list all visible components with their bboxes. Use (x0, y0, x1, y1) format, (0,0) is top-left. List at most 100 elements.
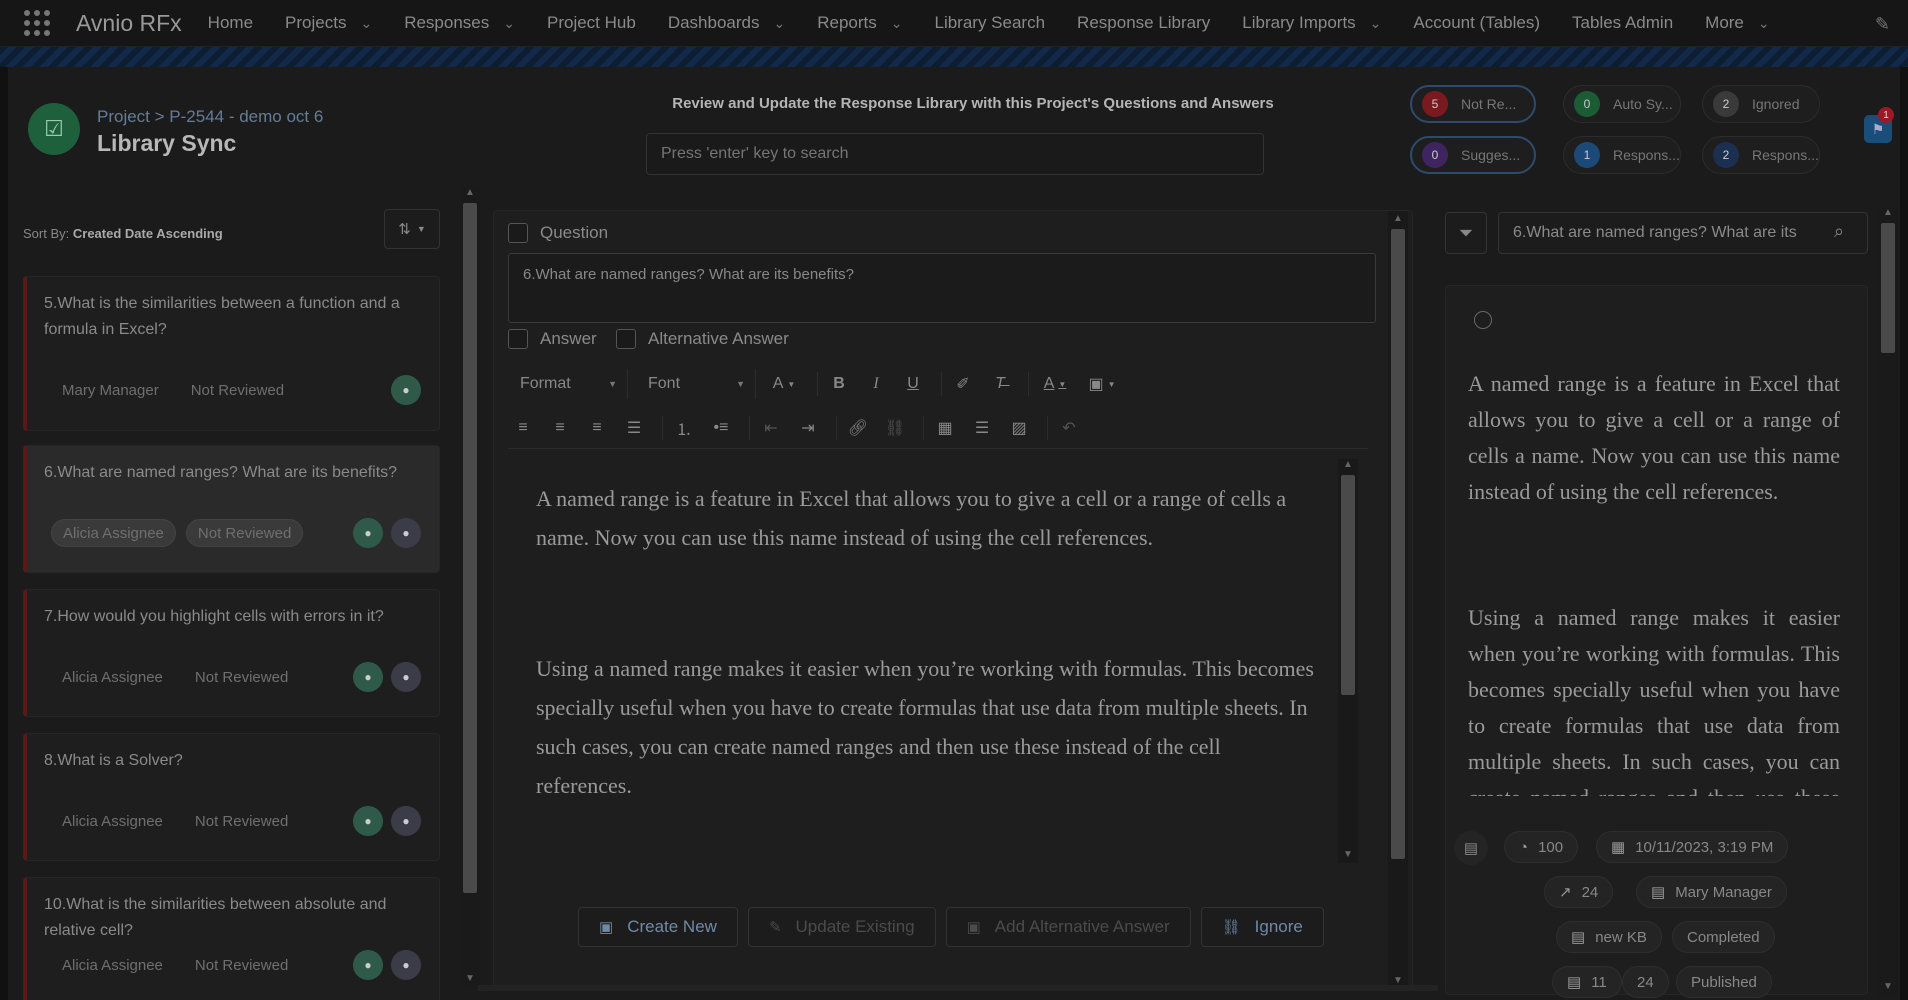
align-right-icon[interactable]: ≡ (582, 413, 612, 443)
answer-content[interactable]: A named range is a feature in Excel that… (536, 479, 1316, 853)
question-textarea[interactable]: 6.What are named ranges? What are its be… (508, 253, 1376, 323)
nav-item-projects[interactable]: Projects ⌄ (285, 13, 372, 33)
library-search-input[interactable]: 6.What are named ranges? What are its (1498, 212, 1868, 254)
table-icon[interactable]: ▦ (930, 413, 960, 443)
edit-nav-icon[interactable]: ✎ (1875, 14, 1890, 35)
nav-item-reports[interactable]: Reports ⌄ (817, 13, 902, 33)
chevron-down-icon[interactable]: ⌄ (360, 15, 372, 32)
chevron-down-icon[interactable]: ⌄ (773, 15, 785, 32)
breadcrumb[interactable]: Project > P-2544 - demo oct 6 (97, 107, 323, 127)
question-card-text: 6.What are named ranges? What are its be… (44, 464, 398, 481)
indent-icon[interactable]: ⇥ (793, 413, 823, 443)
alternative-answer-checkbox[interactable] (616, 329, 636, 349)
clear-formatting-icon[interactable]: T̶ (985, 369, 1015, 399)
chevron-down-icon: ▼ (416, 224, 426, 234)
italic-icon[interactable]: I (861, 369, 891, 399)
question-card[interactable]: 6.What are named ranges? What are its be… (23, 445, 440, 573)
status-pill[interactable]: 2 Ignored (1702, 85, 1820, 123)
align-center-icon[interactable]: ≡ (545, 413, 575, 443)
question-card[interactable]: 8.What is a Solver? Alicia Assignee Not Re… (23, 733, 440, 861)
chevron-down-icon[interactable]: ⌄ (891, 15, 903, 32)
editor-scrollbar-thumb[interactable] (1341, 475, 1355, 695)
chevron-down-icon[interactable]: ⌄ (1370, 15, 1382, 32)
scroll-up-icon[interactable]: ▲ (1343, 459, 1353, 470)
nav-item-tables-admin[interactable]: Tables Admin (1572, 13, 1673, 33)
nav-item-library-search[interactable]: Library Search (934, 13, 1045, 33)
scroll-up-icon[interactable]: ▲ (1393, 213, 1403, 224)
alternative-answer-checkbox-row[interactable]: Alternative Answer (616, 329, 789, 349)
scroll-up-icon[interactable]: ▲ (1883, 207, 1893, 218)
nav-item-home[interactable]: Home (208, 13, 253, 33)
update-existing-button[interactable]: ✎ Update Existing (747, 907, 936, 947)
link-icon[interactable]: 🔗︎ (843, 413, 873, 443)
question-checkbox[interactable] (508, 223, 528, 243)
nav-item-more[interactable]: More ⌄ (1705, 13, 1769, 33)
create-new-button[interactable]: ▣ Create New (578, 907, 738, 947)
ignore-button[interactable]: ⛓︎ Ignore (1200, 907, 1324, 947)
underline-icon[interactable]: U (898, 369, 928, 399)
status-pill[interactable]: 0 Sugges... (1410, 136, 1536, 174)
bold-icon[interactable]: B (824, 369, 854, 399)
status-pill-count: 5 (1422, 91, 1448, 117)
right-scrollbar-thumb[interactable] (1881, 223, 1895, 353)
background-color-icon[interactable]: ▣ ▼ (1082, 369, 1122, 399)
format-painter-icon[interactable]: ✐ (948, 369, 978, 399)
nav-item-dashboards[interactable]: Dashboards ⌄ (668, 13, 785, 33)
question-card[interactable]: 10.What is the similarities between abso… (23, 877, 440, 1000)
editor-scrollbar[interactable]: ▲ ▼ (1338, 459, 1358, 863)
outdent-icon[interactable]: ⇤ (756, 413, 786, 443)
scroll-down-icon[interactable]: ▼ (1343, 849, 1353, 860)
image-icon[interactable]: ▨ (1004, 413, 1034, 443)
question-checkbox-row[interactable]: Question (508, 223, 608, 243)
caret-down-icon: ▼ (608, 379, 617, 389)
right-scrollbar[interactable]: ▲ ▼ (1878, 207, 1898, 997)
format-select[interactable]: Format ▼ (508, 369, 628, 399)
nav-item-label: Home (207, 13, 254, 32)
nav-item-library-imports[interactable]: Library Imports ⌄ (1242, 13, 1381, 33)
scroll-down-icon[interactable]: ▼ (1883, 981, 1893, 992)
nav-item-project-hub[interactable]: Project Hub (547, 13, 636, 33)
nav-item-account-tables[interactable]: Account (Tables) (1413, 13, 1540, 33)
nav-item-response-library[interactable]: Response Library (1077, 13, 1210, 33)
font-size-icon[interactable]: A ▼ (764, 369, 804, 399)
question-card-meta: Alicia Assignee Not Reviewed (51, 951, 299, 979)
text-color-icon[interactable]: A ▼ (1035, 369, 1075, 399)
search-icon[interactable]: ⌕ (1834, 221, 1844, 242)
horizontal-scrollbar[interactable] (478, 985, 1438, 991)
filter-icon[interactable]: ⏷ (1445, 212, 1487, 254)
chevron-down-icon[interactable]: ⌄ (503, 15, 515, 32)
align-left-icon[interactable]: ≡ (508, 413, 538, 443)
justify-icon[interactable]: ☰ (619, 413, 649, 443)
sort-direction-button[interactable]: ⇅ ▼ (384, 209, 440, 249)
font-select[interactable]: Font ▼ (636, 369, 756, 399)
undo-icon[interactable]: ↶ (1054, 413, 1084, 443)
status-pill[interactable]: 0 Auto Sy... (1563, 85, 1681, 123)
left-scrollbar-thumb[interactable] (463, 203, 477, 893)
question-card[interactable]: 7.How would you highlight cells with err… (23, 589, 440, 717)
bulleted-list-icon[interactable]: •≡ (706, 413, 736, 443)
scroll-up-icon[interactable]: ▲ (465, 187, 475, 198)
search-input[interactable] (646, 133, 1264, 175)
select-match-radio[interactable] (1474, 311, 1492, 329)
chevron-down-icon[interactable]: ⌄ (1758, 15, 1770, 32)
question-card[interactable]: 5.What is the similarities between a fun… (23, 276, 440, 431)
add-alternative-answer-button[interactable]: ▣ Add Alternative Answer (945, 907, 1191, 947)
answer-editor[interactable]: A named range is a feature in Excel that… (508, 451, 1368, 853)
app-launcher-icon[interactable] (22, 8, 52, 38)
status-pill[interactable]: 5 Not Re... (1410, 85, 1536, 123)
left-scrollbar[interactable]: ▲ ▼ (460, 187, 480, 987)
nav-item-responses[interactable]: Responses ⌄ (404, 13, 515, 33)
library-icon: ▤ (1571, 929, 1586, 946)
clipboard-icon[interactable]: ▤ (1454, 831, 1488, 865)
answer-checkbox-row[interactable]: Answer (508, 329, 597, 349)
unlink-icon[interactable]: ⛓︎ (880, 413, 910, 443)
scroll-down-icon[interactable]: ▼ (465, 973, 475, 984)
horizontal-rule-icon[interactable]: ☰ (967, 413, 997, 443)
middle-scrollbar-thumb[interactable] (1391, 229, 1405, 859)
status-pill[interactable]: 2 Respons... (1702, 136, 1820, 174)
middle-scrollbar[interactable]: ▲ ▼ (1388, 211, 1408, 991)
status-pill[interactable]: 1 Respons... (1563, 136, 1681, 174)
numbered-list-icon[interactable]: ⒈ (669, 413, 699, 443)
status-pill-count: 0 (1422, 142, 1448, 168)
answer-checkbox[interactable] (508, 329, 528, 349)
